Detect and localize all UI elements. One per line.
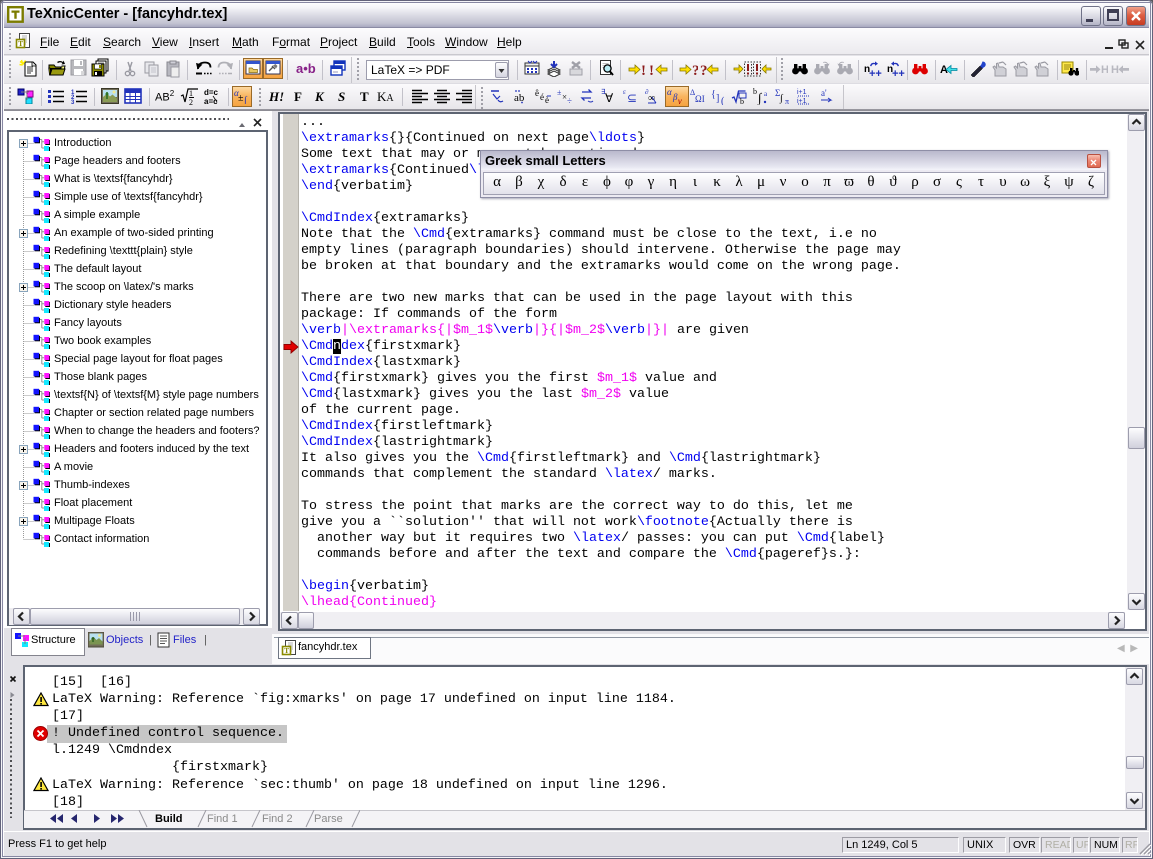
svg-text:?: ?	[692, 63, 698, 78]
svg-text:!: !	[641, 63, 646, 78]
svg-text:∞: ∞	[648, 93, 655, 104]
svg-text:ΩI: ΩI	[695, 94, 705, 104]
svg-text:1: 1	[189, 89, 193, 98]
svg-text:(: (	[721, 96, 725, 105]
svg-text:α: α	[667, 88, 672, 97]
svg-text:⊆: ⊆	[627, 91, 637, 105]
svg-text:ab: ab	[514, 92, 525, 104]
svg-text:∫: ∫	[243, 95, 248, 104]
svg-text:T: T	[18, 39, 23, 48]
svg-text:γ: γ	[678, 96, 682, 104]
svg-text:i+1: i+1	[797, 89, 807, 96]
svg-text:H: H	[1111, 64, 1119, 75]
svg-text:H: H	[1101, 64, 1108, 75]
svg-text:b: b	[753, 88, 757, 96]
svg-text:∫: ∫	[757, 90, 763, 105]
svg-text:2: 2	[189, 98, 193, 105]
svg-text:∫: ∫	[779, 93, 784, 104]
svg-text:d=c: d=c	[204, 88, 219, 97]
svg-text:÷: ÷	[567, 96, 572, 105]
svg-text:ê: ê	[535, 88, 539, 98]
svg-text:T: T	[284, 646, 289, 655]
svg-text:?: ?	[700, 63, 708, 78]
svg-text:∀: ∀	[605, 91, 614, 105]
svg-text:++: ++	[892, 68, 905, 78]
svg-text:]: ]	[716, 93, 719, 104]
svg-text:π: π	[785, 97, 789, 105]
svg-text:é: é	[540, 92, 544, 102]
svg-text:b: b	[740, 97, 744, 105]
svg-text:++: ++	[869, 68, 882, 78]
svg-text:!: !	[649, 63, 654, 78]
svg-text:a': a'	[821, 88, 827, 98]
svg-text:a: a	[764, 90, 768, 98]
svg-text:ε: ε	[623, 88, 626, 96]
svg-text:3: 3	[71, 100, 75, 104]
